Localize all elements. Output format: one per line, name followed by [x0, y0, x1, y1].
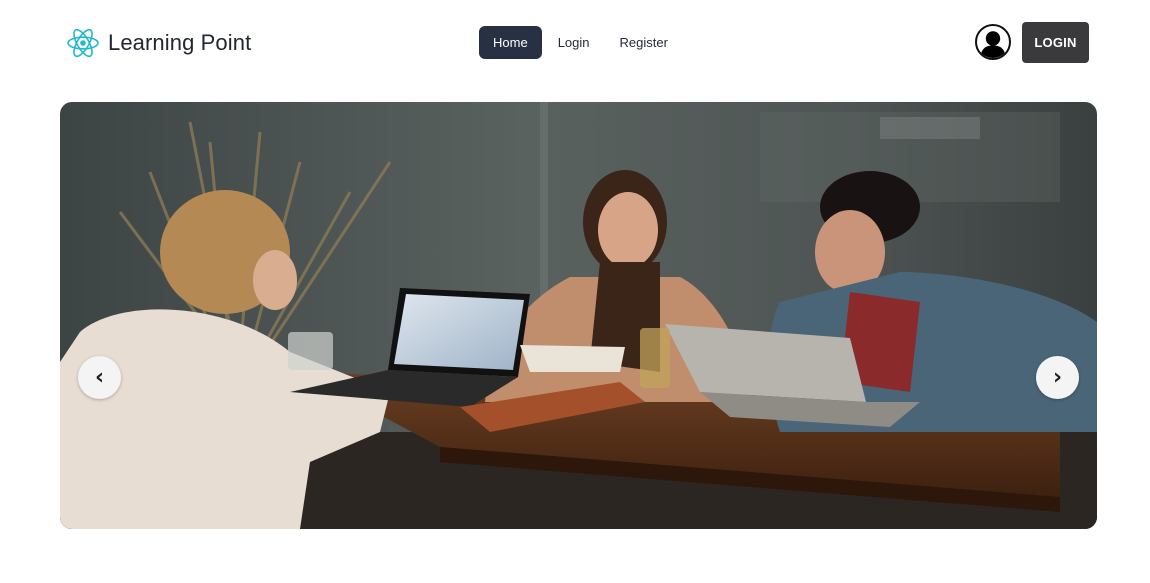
chevron-right-icon: ›	[1052, 365, 1063, 390]
brand-link[interactable]: Learning Point	[66, 25, 251, 61]
nav-link-register[interactable]: Register	[606, 26, 682, 59]
carousel-slide-image	[60, 102, 1097, 529]
main-nav: Home Login Register	[479, 26, 682, 59]
carousel-prev-button[interactable]: ‹	[78, 356, 121, 399]
react-atom-icon	[66, 26, 100, 60]
nav-link-login[interactable]: Login	[544, 26, 604, 59]
carousel-next-button[interactable]: ›	[1036, 356, 1079, 399]
hero-carousel: ‹ ›	[60, 102, 1097, 529]
user-silhouette-icon	[980, 31, 1006, 58]
user-avatar[interactable]	[975, 24, 1011, 60]
chevron-left-icon: ‹	[94, 365, 105, 390]
page: Learning Point Home Login Register LOGIN	[0, 0, 1150, 583]
nav-link-home[interactable]: Home	[479, 26, 542, 59]
navbar: Learning Point Home Login Register LOGIN	[0, 0, 1150, 85]
login-button[interactable]: LOGIN	[1022, 22, 1089, 63]
brand-name: Learning Point	[108, 30, 252, 55]
